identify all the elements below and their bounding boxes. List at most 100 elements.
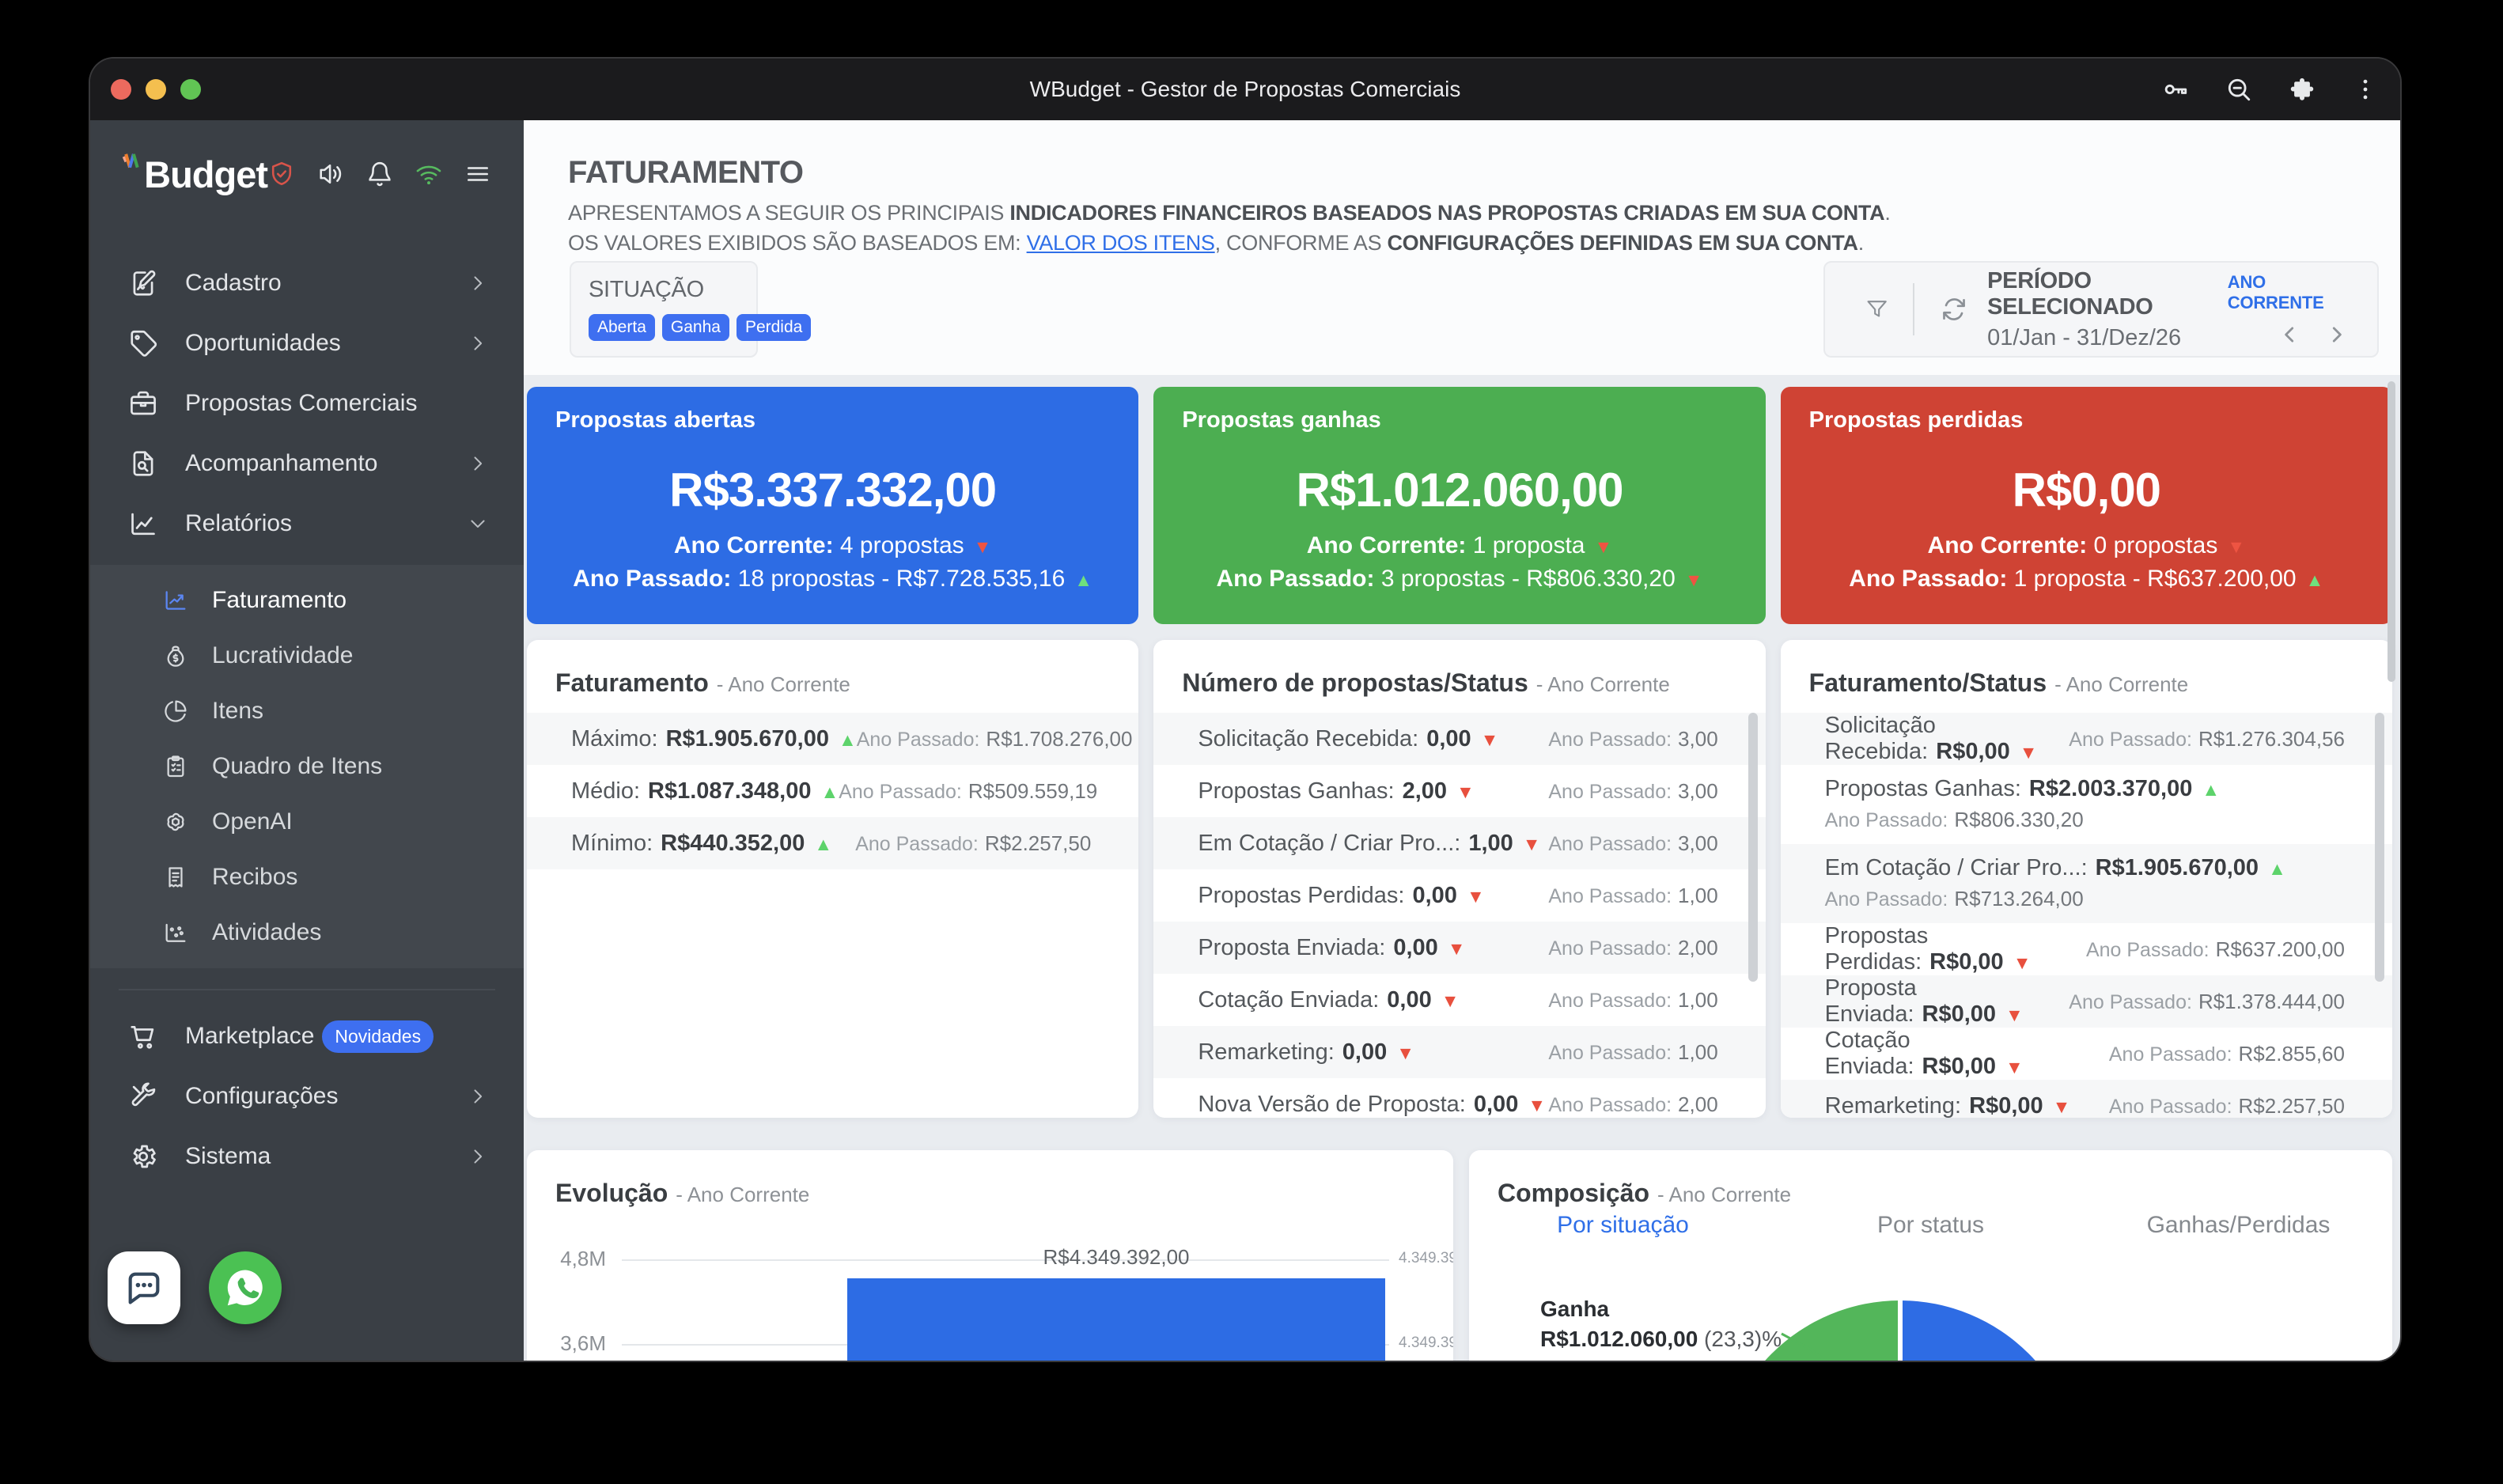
past-label: Ano Passado: bbox=[2069, 729, 2192, 751]
bell-icon[interactable] bbox=[365, 160, 394, 188]
chat-fab-button[interactable] bbox=[108, 1251, 180, 1324]
row-propostas-perdidas: Propostas Perdidas:0,00▼Ano Passado:1,00 bbox=[1153, 869, 1765, 922]
row-past: Ano Passado:3,00 bbox=[1548, 831, 1717, 857]
trend-up-icon: ▲ bbox=[1074, 570, 1092, 590]
novidades-badge: Novidades bbox=[322, 1020, 434, 1053]
hamburger-icon[interactable] bbox=[464, 160, 492, 188]
row-main-line: Máximo:R$1.905.670,00▲ bbox=[571, 726, 857, 752]
sidebar-item-atividades[interactable]: Atividades bbox=[90, 905, 524, 960]
sidebar-item-configuracoes[interactable]: Configurações bbox=[90, 1066, 524, 1126]
card-current-line: Ano Corrente: 0 propostas▼ bbox=[1781, 532, 2392, 559]
panel-scrollbar-thumb[interactable] bbox=[1748, 713, 1758, 982]
row-value: R$1.905.670,00 bbox=[2096, 855, 2259, 880]
panel-scrollbar-thumb[interactable] bbox=[2375, 713, 2384, 982]
valor-dos-itens-link[interactable]: VALOR DOS ITENS bbox=[1027, 231, 1215, 255]
tab-por-situacao[interactable]: Por situação bbox=[1469, 1212, 1777, 1239]
wifi-icon[interactable] bbox=[415, 160, 443, 188]
sidebar-item-marketplace[interactable]: MarketplaceNovidades bbox=[90, 1006, 524, 1066]
summary-cards-row: Propostas abertasR$3.337.332,00Ano Corre… bbox=[527, 387, 2392, 624]
row-past: Ano Passado:2,00 bbox=[1548, 935, 1717, 961]
row-nova-versao-de-proposta: Nova Versão de Proposta:0,00▼Ano Passado… bbox=[1153, 1078, 1765, 1118]
row-past: Ano Passado:R$1.378.444,00 bbox=[2069, 989, 2345, 1015]
sidebar-item-propostas-comerciais[interactable]: Propostas Comerciais bbox=[90, 373, 524, 433]
row-past: Ano Passado:2,00 bbox=[1548, 1092, 1717, 1118]
periodo-label: PERÍODO SELECIONADO bbox=[1987, 268, 2228, 320]
row-propostas-ganhas: Propostas Ganhas:R$2.003.370,00▲ Ano Pass… bbox=[1781, 765, 2392, 844]
sidebar-item-recibos[interactable]: Recibos bbox=[90, 850, 524, 905]
zoom-out-icon[interactable] bbox=[2225, 75, 2253, 104]
sidebar-item-itens[interactable]: Itens bbox=[90, 683, 524, 739]
card-past-line: Ano Passado: 18 propostas - R$7.728.535,… bbox=[527, 566, 1138, 592]
extensions-icon[interactable] bbox=[2288, 75, 2316, 104]
pie-annotation-pct: (23,3)% bbox=[1698, 1327, 1782, 1351]
chevron-right-icon bbox=[467, 1145, 489, 1168]
logo-text: Budget bbox=[144, 153, 267, 196]
row-past: Ano Passado:R$1.708.276,00 bbox=[857, 726, 1133, 752]
panels-row: Faturamento- Ano CorrenteMáximo:R$1.905.… bbox=[527, 640, 2392, 1118]
pie-annotation-value: R$1.012.060,00 (23,3)% bbox=[1540, 1327, 1782, 1352]
menu-kebab-icon[interactable] bbox=[2351, 75, 2380, 104]
past-value: R$2.257,50 bbox=[2239, 1094, 2345, 1118]
row-label: Propostas Ganhas: bbox=[1825, 776, 2021, 801]
trend-up-icon: ▲ bbox=[2202, 779, 2220, 800]
sidebar-item-acompanhamento[interactable]: Acompanhamento bbox=[90, 433, 524, 494]
whatsapp-fab-button[interactable] bbox=[209, 1251, 282, 1324]
past-label: Ano Passado: bbox=[2109, 1096, 2232, 1118]
row-label: Propostas Perdidas: bbox=[1825, 923, 1929, 975]
sidebar-bottom-menu: MarketplaceNovidadesConfiguraçõesSistema bbox=[90, 1006, 524, 1187]
clipboard-icon bbox=[163, 754, 188, 779]
sidebar-item-sistema[interactable]: Sistema bbox=[90, 1126, 524, 1187]
row-value: R$0,00 bbox=[1922, 1054, 1997, 1079]
tag-icon bbox=[128, 328, 158, 358]
situacao-badge-aberta[interactable]: Aberta bbox=[589, 314, 655, 341]
sidebar-item-oportunidades[interactable]: Oportunidades bbox=[90, 313, 524, 373]
row-past: Ano Passado:3,00 bbox=[1548, 726, 1717, 752]
row-proposta-enviada: Proposta Enviada:0,00▼Ano Passado:2,00 bbox=[1153, 922, 1765, 974]
page-description-line1: APRESENTAMOS A SEGUIR OS PRINCIPAIS INDI… bbox=[568, 201, 1891, 225]
past-value: R$1.708.276,00 bbox=[986, 727, 1132, 751]
sidebar-item-cadastro[interactable]: Cadastro bbox=[90, 253, 524, 313]
row-value: R$1.905.670,00 bbox=[666, 726, 829, 751]
row-value: 1,00 bbox=[1468, 831, 1513, 856]
card-past-value: 3 propostas - R$806.330,20 bbox=[1375, 566, 1676, 592]
sidebar-item-lucratividade[interactable]: Lucratividade bbox=[90, 628, 524, 683]
trend-down-icon: ▼ bbox=[1456, 782, 1475, 802]
main-scrollbar-thumb[interactable] bbox=[2388, 381, 2395, 682]
sidebar-item-label: Oportunidades bbox=[185, 330, 341, 357]
volume-icon[interactable] bbox=[316, 160, 345, 188]
moneybag-icon bbox=[163, 643, 188, 668]
trend-down-icon: ▼ bbox=[974, 536, 992, 557]
periodo-prev-button[interactable] bbox=[2278, 323, 2301, 346]
shield-check-icon[interactable] bbox=[267, 160, 296, 188]
panel-title: Número de propostas/Status bbox=[1182, 668, 1528, 697]
row-main-line: Propostas Perdidas:0,00▼ bbox=[1198, 883, 1484, 909]
sidebar-item-openai[interactable]: OpenAI bbox=[90, 794, 524, 850]
sidebar-item-relatorios[interactable]: Relatórios bbox=[90, 494, 524, 554]
past-value: R$713.264,00 bbox=[1954, 887, 2083, 910]
sidebar-item-label: Lucratividade bbox=[212, 642, 353, 669]
key-icon[interactable] bbox=[2161, 75, 2190, 104]
past-label: Ano Passado: bbox=[1825, 809, 1948, 831]
sidebar-item-faturamento[interactable]: Faturamento bbox=[90, 573, 524, 628]
sidebar-submenu: Faturamento Lucratividade ItensQuadro de I… bbox=[90, 565, 524, 968]
periodo-next-button[interactable] bbox=[2325, 323, 2349, 346]
tab-por-status[interactable]: Por status bbox=[1777, 1212, 2085, 1239]
filter-funnel-icon[interactable] bbox=[1865, 295, 1889, 324]
trend-down-icon: ▼ bbox=[2227, 536, 2245, 557]
gear-icon bbox=[128, 1141, 158, 1172]
row-main-line: Propostas Ganhas:R$2.003.370,00▲ bbox=[1825, 776, 2220, 802]
row-value: R$0,00 bbox=[1922, 1001, 1997, 1027]
card-value: R$3.337.332,00 bbox=[527, 463, 1138, 517]
sidebar-item-quadro-de-itens[interactable]: Quadro de Itens bbox=[90, 739, 524, 794]
row-label: Solicitação Recebida: bbox=[1198, 726, 1418, 751]
situacao-badge-ganha[interactable]: Ganha bbox=[662, 314, 729, 341]
row-label: Em Cotação / Criar Pro...: bbox=[1198, 831, 1460, 856]
situacao-badge-perdida[interactable]: Perdida bbox=[737, 314, 811, 341]
row-label: Cotação Enviada: bbox=[1825, 1028, 1914, 1079]
tab-ganhas-perdidas[interactable]: Ganhas/Perdidas bbox=[2085, 1212, 2392, 1239]
row-em-cotacao-criar-pro: Em Cotação / Criar Pro...:1,00▼Ano Passa… bbox=[1153, 817, 1765, 869]
row-maximo: Máximo:R$1.905.670,00▲Ano Passado:R$1.70… bbox=[527, 713, 1138, 765]
sync-icon[interactable] bbox=[1938, 291, 1970, 327]
openai-icon bbox=[163, 809, 188, 835]
sidebar-item-label: Cadastro bbox=[185, 270, 282, 297]
